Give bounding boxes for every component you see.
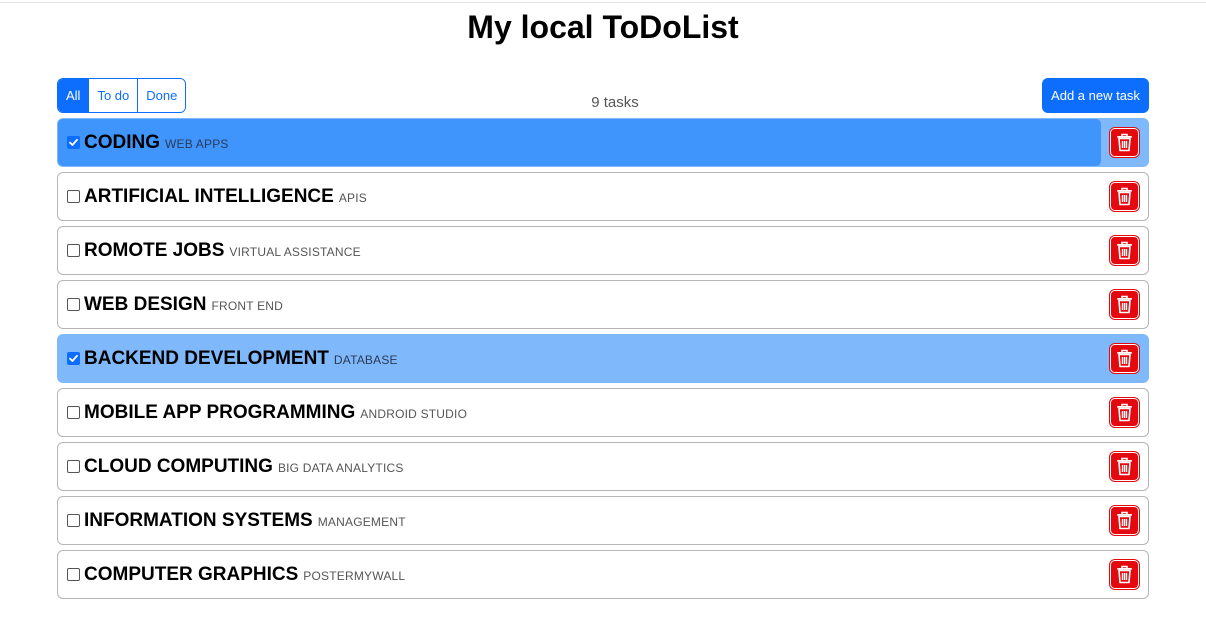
task-category: FRONT END [211,299,284,313]
check-icon [69,138,78,146]
task-label: WEB DESIGN FRONT END [84,281,283,328]
check-icon [69,354,78,362]
page-title: My local ToDoList [467,9,739,45]
task-category: MANAGEMENT [317,515,406,529]
delete-task-button[interactable] [1110,560,1139,589]
trash-icon [1117,457,1132,476]
task-checkbox[interactable] [67,244,80,257]
trash-icon [1117,241,1132,260]
task-row[interactable]: MOBILE APP PROGRAMMING ANDROID STUDIO [57,388,1149,437]
delete-task-button[interactable] [1110,344,1139,373]
task-category: VIRTUAL ASSISTANCE [229,245,361,259]
delete-task-button[interactable] [1110,452,1139,481]
task-name: CLOUD COMPUTING [84,456,273,477]
trash-icon [1117,403,1132,422]
task-checkbox[interactable] [67,568,80,581]
task-label: ARTIFICIAL INTELLIGENCE APIS [84,173,367,220]
task-category: DATABASE [333,353,398,367]
trash-icon [1117,511,1132,530]
task-category: POSTERMYWALL [303,569,406,583]
task-checkbox[interactable] [67,136,80,149]
task-name: ROMOTE JOBS [84,240,225,261]
delete-task-button[interactable] [1110,398,1139,427]
task-label: ROMOTE JOBS VIRTUAL ASSISTANCE [84,227,361,274]
task-label: CLOUD COMPUTING BIG DATA ANALYTICS [84,443,404,490]
trash-icon [1117,565,1132,584]
task-name: ARTIFICIAL INTELLIGENCE [84,186,334,207]
task-row[interactable]: ROMOTE JOBS VIRTUAL ASSISTANCE [57,226,1149,275]
task-row[interactable]: COMPUTER GRAPHICS POSTERMYWALL [57,550,1149,599]
task-name: INFORMATION SYSTEMS [84,510,313,531]
task-checkbox[interactable] [67,352,80,365]
task-label: CODING WEB APPS [84,119,229,166]
task-row[interactable]: CODING WEB APPS [57,118,1149,167]
delete-task-button[interactable] [1110,290,1139,319]
task-checkbox[interactable] [67,406,80,419]
trash-icon [1117,349,1132,368]
delete-task-button[interactable] [1110,506,1139,535]
task-count: 9 tasks [591,94,639,111]
task-name: CODING [84,132,160,153]
task-row[interactable]: CLOUD COMPUTING BIG DATA ANALYTICS [57,442,1149,491]
delete-task-button[interactable] [1110,236,1139,265]
task-label: INFORMATION SYSTEMS MANAGEMENT [84,497,406,544]
task-checkbox[interactable] [67,514,80,527]
task-list: CODING WEB APPS ARTIFICIAL INTELLIGENCE AP… [57,118,1149,604]
task-row[interactable]: ARTIFICIAL INTELLIGENCE APIS [57,172,1149,221]
task-category: APIS [338,191,367,205]
task-checkbox[interactable] [67,298,80,311]
task-checkbox[interactable] [67,190,80,203]
trash-icon [1117,295,1132,314]
add-task-button[interactable]: Add a new task [1042,78,1149,113]
task-category: ANDROID STUDIO [360,407,468,421]
task-label: COMPUTER GRAPHICS POSTERMYWALL [84,551,405,598]
trash-icon [1117,133,1132,152]
task-category: WEB APPS [165,137,229,151]
delete-task-button[interactable] [1110,128,1139,157]
task-label: MOBILE APP PROGRAMMING ANDROID STUDIO [84,389,467,436]
task-checkbox[interactable] [67,460,80,473]
delete-task-button[interactable] [1110,182,1139,211]
task-row[interactable]: INFORMATION SYSTEMS MANAGEMENT [57,496,1149,545]
task-label: BACKEND DEVELOPMENT DATABASE [84,335,398,382]
task-category: BIG DATA ANALYTICS [277,461,404,475]
task-row[interactable]: BACKEND DEVELOPMENT DATABASE [57,334,1149,383]
task-row[interactable]: WEB DESIGN FRONT END [57,280,1149,329]
task-name: MOBILE APP PROGRAMMING [84,402,356,423]
task-name: COMPUTER GRAPHICS [84,564,299,585]
trash-icon [1117,187,1132,206]
task-name: BACKEND DEVELOPMENT [84,348,329,369]
task-name: WEB DESIGN [84,294,207,315]
top-divider [0,2,1206,3]
